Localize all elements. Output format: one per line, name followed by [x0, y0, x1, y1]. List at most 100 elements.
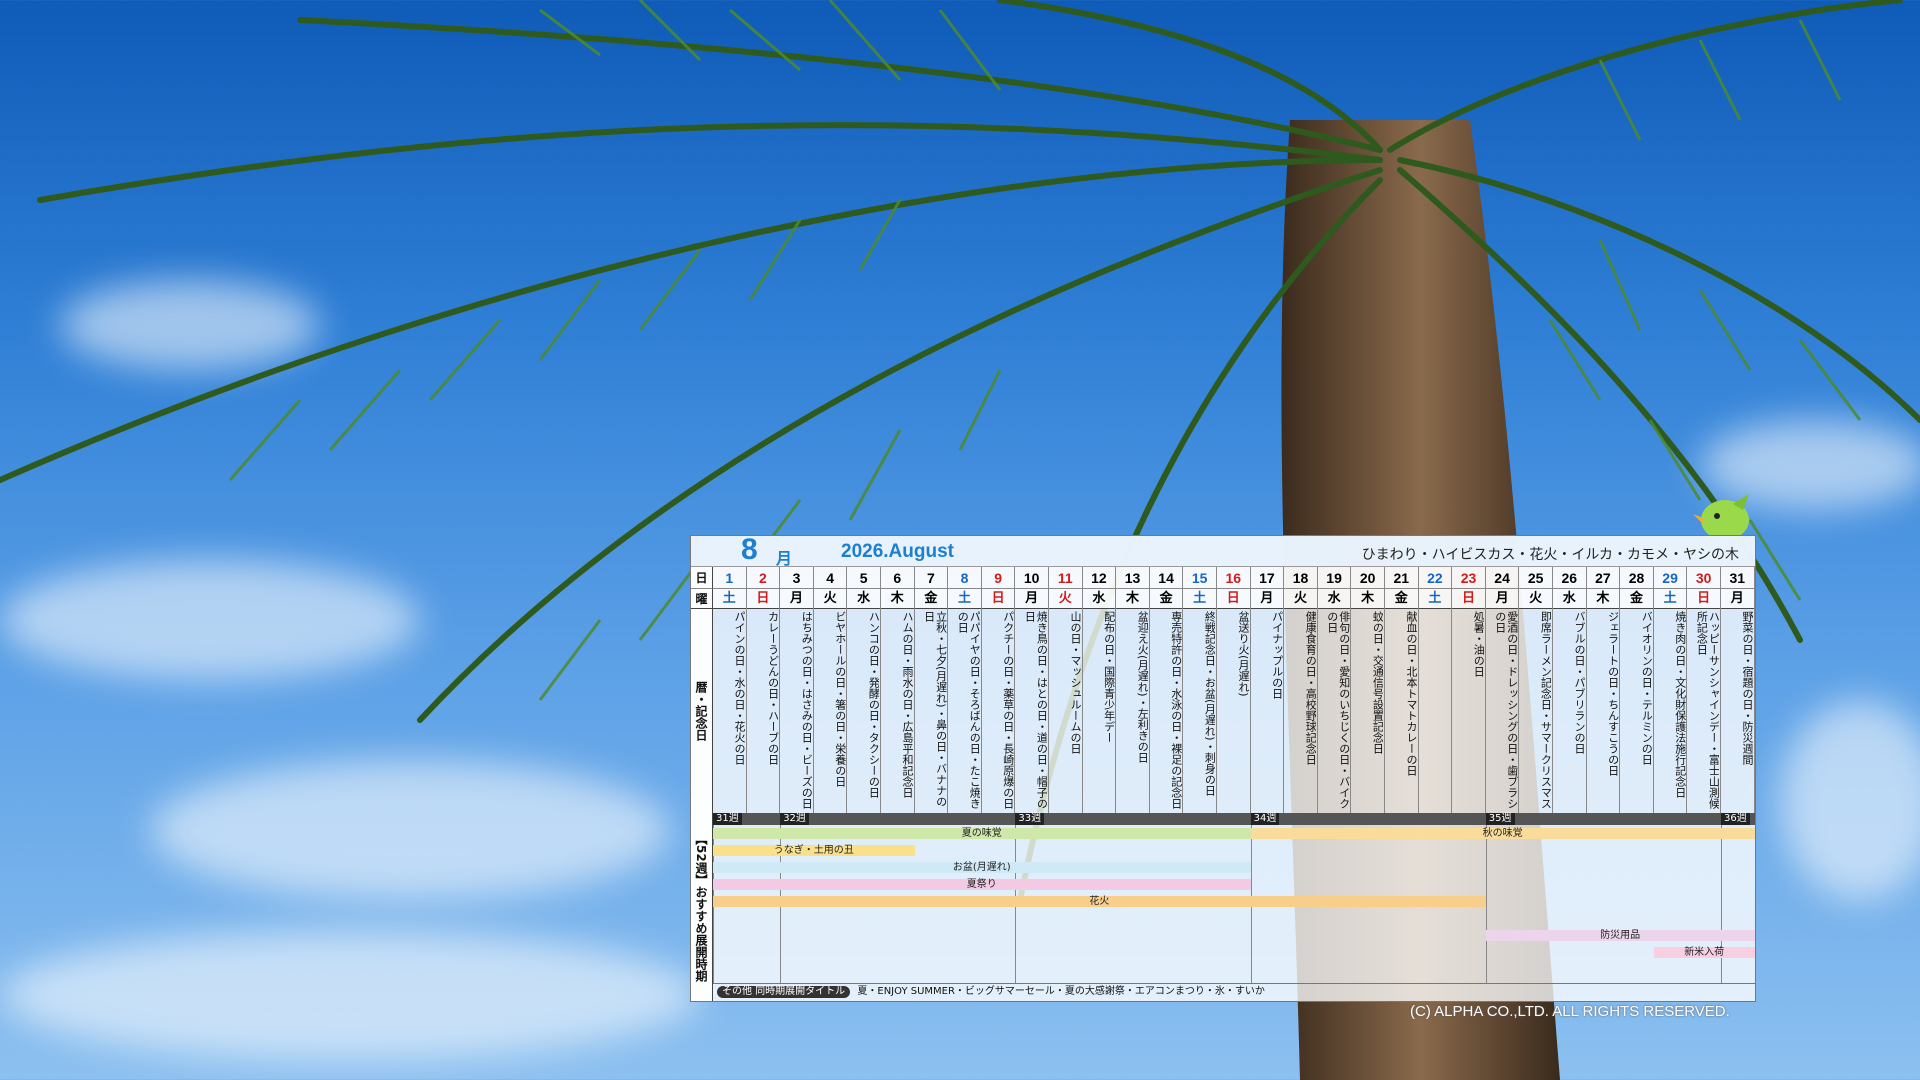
- promo-bar: うなぎ・土用の丑: [713, 845, 915, 856]
- day-number: 21: [1385, 567, 1418, 589]
- month-number: 8: [741, 533, 758, 566]
- day-events: パイナップルの日: [1270, 611, 1283, 699]
- day-column: 17 月パイナップルの日: [1250, 567, 1285, 813]
- day-number: 1: [713, 567, 746, 589]
- day-number: 31: [1721, 567, 1754, 589]
- day-events: 蚊の日・交通信号設置記念日: [1371, 611, 1384, 754]
- promo-bar: 花火: [713, 896, 1486, 907]
- promo-row-label: 【52週】おすすめ展開時期: [691, 813, 713, 1001]
- day-column: 22 土: [1418, 567, 1453, 813]
- weekday: 水: [1082, 589, 1116, 609]
- weekday: 日: [1687, 589, 1720, 609]
- day-column: 3 月はちみつの日・はさみの日・ビーズの日: [780, 567, 814, 813]
- day-column: 16 日盆送り火(月遅れ): [1217, 567, 1251, 813]
- promo-bar: 防災用品: [1485, 930, 1755, 941]
- week-label: 35週: [1485, 813, 1515, 825]
- promo-area: 夏の味覚 秋の味覚 うなぎ・土用の丑 お盆(月遅れ) 夏祭り 花火 防災用品 新米入荷: [713, 825, 1755, 983]
- day-number: 12: [1082, 567, 1116, 589]
- weekday: 木: [1586, 589, 1620, 609]
- day-events: 愛酒の日・ドレッシングの日・歯ブラシの日: [1493, 611, 1518, 809]
- month-suffix: 月: [776, 549, 793, 568]
- weekday: 月: [1721, 589, 1754, 609]
- day-number: 26: [1553, 567, 1586, 589]
- day-row-label: 日: [691, 567, 713, 589]
- day-events: [1420, 611, 1451, 811]
- day-number: 23: [1452, 567, 1485, 589]
- day-column: 12 水配布の日・国際青少年デー: [1082, 567, 1117, 813]
- day-number: 24: [1485, 567, 1519, 589]
- weekday: 木: [1116, 589, 1149, 609]
- day-number: 29: [1653, 567, 1687, 589]
- day-column: 14 金専売特許の日・水泳の日・裸足の記念日: [1149, 567, 1184, 813]
- day-number: 7: [914, 567, 948, 589]
- weekday: 火: [1049, 589, 1082, 609]
- day-events: 即席ラーメン記念日・サマークリスマス: [1539, 611, 1552, 809]
- day-number: 15: [1183, 567, 1216, 589]
- promo-bar: 新米入荷: [1653, 947, 1755, 958]
- weekday: 土: [713, 589, 746, 609]
- weekday: 木: [881, 589, 914, 609]
- day-number: 20: [1351, 567, 1384, 589]
- day-events: 配布の日・国際青少年デー: [1102, 611, 1115, 743]
- day-column: 23 日処暑・油の日: [1452, 567, 1486, 813]
- day-number: 17: [1250, 567, 1284, 589]
- day-events: カレーうどんの日・ハーブの日: [766, 611, 779, 765]
- weekday: 火: [1519, 589, 1552, 609]
- day-events: パパイヤの日・そろばんの日・たこ焼きの日: [956, 611, 981, 809]
- calendar-widget: 8 月 2026.August ひまわり・ハイビスカス・花火・イルカ・カモメ・ヤ…: [690, 533, 1756, 1002]
- day-events: ビヤホールの日・箸の日・栄養の日: [833, 611, 846, 787]
- day-column: 26 水バブルの日・パブリランの日: [1553, 567, 1587, 813]
- day-column: 19 水俳句の日・愛知のいちじくの日・バイクの日: [1317, 567, 1352, 813]
- day-number: 6: [881, 567, 914, 589]
- weekday: 土: [948, 589, 981, 609]
- weekday: 金: [1149, 589, 1183, 609]
- weekday-row-label: 曜: [691, 589, 713, 609]
- events-row-label: 暦・記念日: [691, 609, 713, 813]
- day-number: 5: [847, 567, 880, 589]
- day-column: 8 土パパイヤの日・そろばんの日・たこ焼きの日: [948, 567, 982, 813]
- weekday: 金: [1385, 589, 1418, 609]
- motifs-text: ひまわり・ハイビスカス・花火・イルカ・カモメ・ヤシの木: [1361, 547, 1739, 563]
- day-column: 11 火山の日・マッシュルームの日: [1049, 567, 1083, 813]
- day-number: 13: [1116, 567, 1149, 589]
- day-column: 25 火即席ラーメン記念日・サマークリスマス: [1519, 567, 1553, 813]
- day-events: バブルの日・パブリランの日: [1573, 611, 1585, 754]
- weekday: 日: [1217, 589, 1250, 609]
- weekday: 日: [746, 589, 780, 609]
- day-events: バイオリンの日・テルミンの日: [1640, 611, 1653, 765]
- day-number: 11: [1049, 567, 1082, 589]
- day-column: 6 木ハムの日・雨水の日・広島平和記念日: [881, 567, 915, 813]
- weekday: 月: [1015, 589, 1048, 609]
- day-column: 2 日カレーうどんの日・ハーブの日: [746, 567, 781, 813]
- day-events: ジェラートの日・ちんすこうの日: [1606, 611, 1619, 776]
- weekday: 日: [981, 589, 1015, 609]
- day-events: 俳句の日・愛知のいちじくの日・バイクの日: [1325, 611, 1350, 809]
- day-number: 3: [780, 567, 813, 589]
- day-column: 30 日ハッピーサンシャインデー・富士山測候所記念日: [1687, 567, 1721, 813]
- week-bar: 31週 32週 33週 34週 35週 36週: [713, 813, 1755, 825]
- calendar-grid: 日 曜 暦・記念日 【52週】おすすめ展開時期 1 土パインの日・水の日・花火の日…: [691, 567, 1755, 1001]
- day-number: 27: [1586, 567, 1620, 589]
- weekday: 水: [1553, 589, 1586, 609]
- day-number: 14: [1149, 567, 1183, 589]
- day-events: 健康食育の日・高校野球記念日: [1304, 611, 1317, 765]
- day-column: 1 土パインの日・水の日・花火の日: [713, 567, 747, 813]
- day-column: 31 月野菜の日・宿題の日・防災週間: [1721, 567, 1755, 813]
- day-number: 18: [1284, 567, 1317, 589]
- weekday: 金: [914, 589, 948, 609]
- week-divider: [1721, 825, 1722, 983]
- day-events: 盆迎え火(月遅れ)・左利きの日: [1136, 611, 1149, 763]
- day-events: ハンコの日・発酵の日・タクシーの日: [867, 611, 880, 798]
- day-events: 終戦記念日・お盆(月遅れ)・刺身の日: [1203, 611, 1216, 796]
- day-events: パインの日・水の日・花火の日: [733, 611, 745, 765]
- day-number: 22: [1418, 567, 1452, 589]
- day-events: 野菜の日・宿題の日・防災週間: [1741, 611, 1753, 765]
- day-events: 盆送り火(月遅れ): [1237, 611, 1249, 697]
- copyright-text: (C) ALPHA CO.,LTD. ALL RIGHTS RESERVED.: [1410, 1003, 1730, 1020]
- footer-row: その他 同時期展開タイトル 夏・ENJOY SUMMER・ビッグサマーセール・夏…: [713, 983, 1755, 1000]
- weekday: 月: [780, 589, 813, 609]
- footer-label: その他 同時期展開タイトル: [717, 986, 851, 998]
- day-number: 8: [948, 567, 981, 589]
- weekday: 月: [1250, 589, 1284, 609]
- day-events: 立秋・七夕(月遅れ)・鼻の日・バナナの日: [922, 611, 947, 807]
